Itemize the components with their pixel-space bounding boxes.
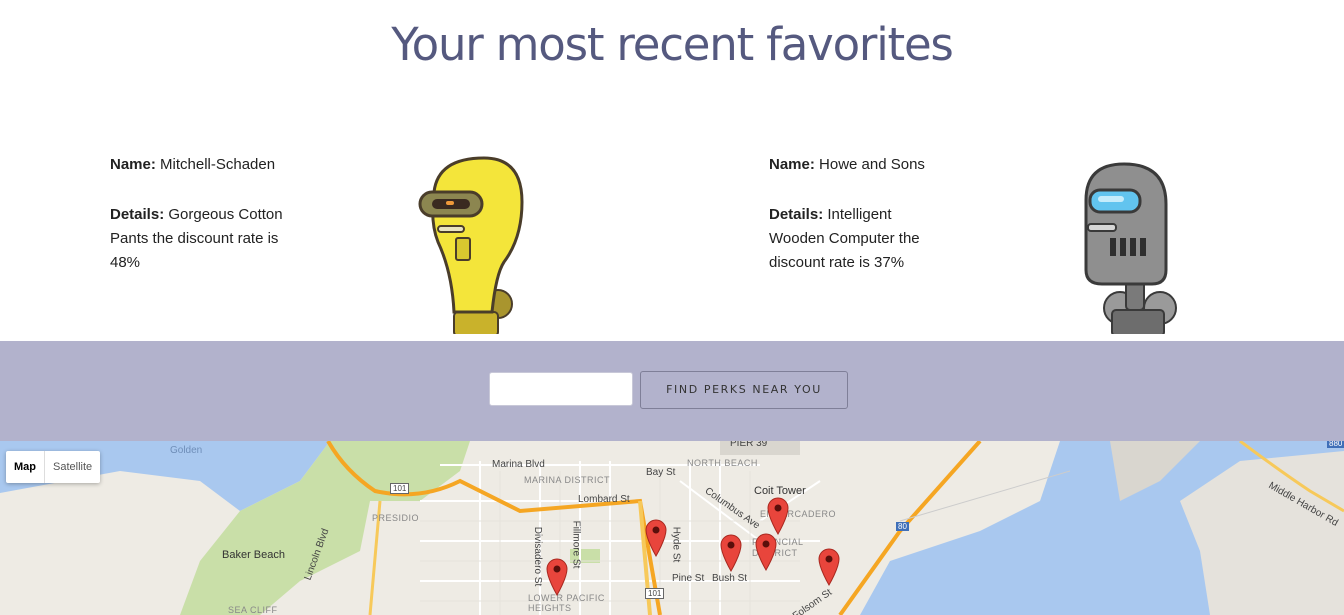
map-label: NORTH BEACH [687, 458, 758, 468]
map-label: Bush St [712, 573, 748, 584]
map-type-control[interactable]: Map Satellite [6, 451, 101, 483]
favorite-name-row: Name: Mitchell-Schaden [110, 153, 300, 177]
yellow-robot-illustration [418, 156, 524, 334]
map-label: MARINA DISTRICT [524, 475, 611, 485]
map-label: LOWER PACIFIC HEIGHTS [528, 593, 605, 613]
interstate-80-shield-icon: 80 [896, 522, 909, 531]
details-label: Details: [769, 206, 824, 223]
highway-101-shield-icon: 101 [645, 588, 665, 599]
map-marker-icon[interactable] [755, 533, 777, 571]
map-label: Fillmore St [570, 520, 582, 569]
page-title: Your most recent favorites [391, 18, 954, 71]
map[interactable]: Map Satellite Golden PIER 39 Marina Blvd… [0, 441, 1344, 615]
favorite-card: Name: Mitchell-Schaden Details: Gorgeous… [110, 153, 300, 275]
map-label: PRESIDIO [372, 513, 420, 523]
map-label: SEA CLIFF [228, 605, 278, 615]
name-label: Name: [769, 156, 815, 173]
favorite-details-row: Details: Intelligent Wooden Computer the… [769, 203, 944, 275]
map-marker-icon[interactable] [767, 497, 789, 535]
favorite-name: Howe and Sons [819, 156, 925, 173]
map-label: Pine St [672, 573, 705, 584]
favorite-name: Mitchell-Schaden [160, 156, 276, 173]
map-label: Hyde St [670, 526, 682, 563]
find-perks-button[interactable]: FIND PERKS NEAR YOU [640, 371, 848, 409]
map-marker-icon[interactable] [720, 534, 742, 572]
map-label: PIER 39 [730, 441, 768, 449]
map-label: Coit Tower [754, 485, 806, 497]
highway-101-shield-icon: 101 [390, 483, 410, 494]
gray-robot-illustration [1084, 162, 1177, 334]
location-search-input[interactable] [489, 372, 633, 406]
satellite-view-button[interactable]: Satellite [45, 451, 100, 483]
map-marker-icon[interactable] [546, 558, 568, 596]
map-marker-icon[interactable] [645, 519, 667, 557]
map-label: Golden [170, 445, 203, 456]
search-band: FIND PERKS NEAR YOU [0, 341, 1344, 441]
map-label: Divisadero St [532, 526, 544, 587]
interstate-880-shield-icon: 880 [1327, 441, 1344, 448]
map-view-button[interactable]: Map [6, 451, 45, 483]
details-label: Details: [110, 206, 165, 223]
map-marker-icon[interactable] [818, 548, 840, 586]
favorite-name-row: Name: Howe and Sons [769, 153, 944, 177]
favorite-details-row: Details: Gorgeous Cotton Pants the disco… [110, 203, 300, 275]
map-label: Marina Blvd [492, 459, 545, 470]
name-label: Name: [110, 156, 156, 173]
map-label: Baker Beach [222, 549, 285, 561]
favorite-card: Name: Howe and Sons Details: Intelligent… [769, 153, 944, 275]
map-label: Bay St [646, 467, 676, 478]
map-label: Lombard St [578, 494, 630, 505]
